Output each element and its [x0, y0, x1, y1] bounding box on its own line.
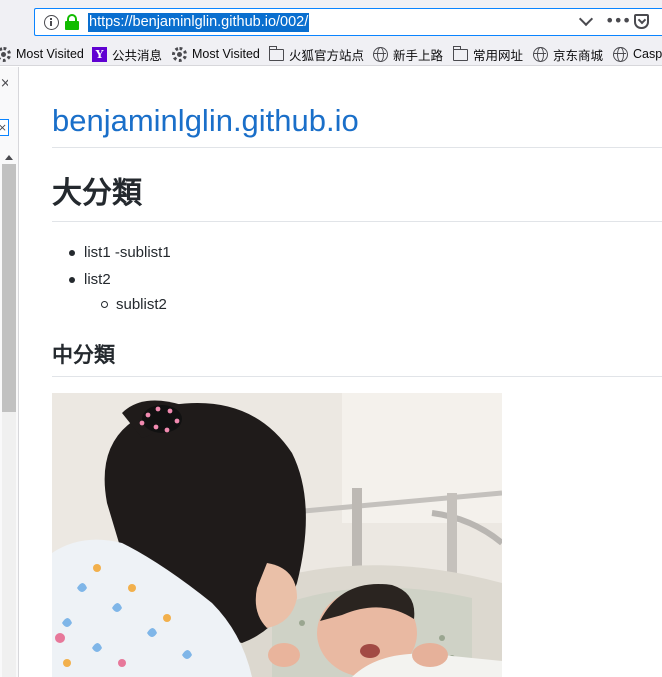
divider — [52, 376, 662, 377]
bullet-icon — [69, 250, 75, 256]
sub-list-item: sublist2 — [116, 296, 167, 313]
bullet-icon — [69, 277, 75, 283]
bookmark-label: Most Visited — [192, 47, 260, 61]
bookmark-yahoo-news[interactable]: Y 公共消息 — [92, 44, 162, 64]
lock-icon[interactable] — [65, 14, 79, 30]
bookmark-label: Casp — [633, 47, 662, 61]
globe-icon — [533, 46, 548, 62]
bookmark-label: 常用网址 — [473, 48, 524, 63]
gear-icon — [0, 46, 11, 62]
folder-icon — [269, 46, 284, 61]
bookmark-casp[interactable]: Casp — [613, 44, 662, 64]
url-toolbar: https://benjaminlglin.github.io/002/ ••• — [0, 0, 662, 42]
bookmark-jd-mall[interactable]: 京东商城 — [533, 44, 603, 64]
divider — [52, 221, 662, 222]
bookmark-label: 火狐官方站点 — [289, 48, 365, 63]
baby-photo — [52, 393, 502, 677]
list-item: list1 -sublist1 — [84, 244, 171, 261]
scrollbar-thumb[interactable] — [2, 164, 16, 412]
info-icon[interactable] — [44, 15, 59, 30]
page-heading-2: 中分類 — [52, 343, 115, 367]
site-title-link[interactable]: benjaminlglin.github.io — [52, 102, 359, 140]
bookmark-most-visited-2[interactable]: Most Visited — [172, 44, 260, 64]
close-icon[interactable]: × — [0, 77, 8, 91]
more-icon[interactable]: ••• — [605, 12, 631, 32]
bookmark-label: Most Visited — [16, 47, 84, 61]
url-input[interactable]: https://benjaminlglin.github.io/002/ — [88, 13, 310, 32]
bookmark-firefox-official[interactable]: 火狐官方站点 — [269, 44, 364, 64]
hollow-bullet-icon — [101, 301, 108, 308]
yahoo-icon: Y — [92, 46, 107, 62]
pocket-icon[interactable] — [634, 14, 649, 29]
sidebar-close-box[interactable]: × — [0, 119, 9, 136]
bookmark-common-sites[interactable]: 常用网址 — [453, 44, 523, 64]
scroll-up-arrow-icon[interactable] — [2, 151, 16, 163]
bookmark-label: 新手上路 — [393, 48, 444, 63]
bookmark-most-visited[interactable]: Most Visited — [0, 44, 84, 64]
bookmark-getting-started[interactable]: 新手上路 — [373, 44, 443, 64]
bookmarks-toolbar: Most Visited Y 公共消息 Most Visited 火狐官方站点 … — [0, 42, 662, 66]
chevron-down-icon[interactable] — [579, 14, 593, 28]
globe-icon — [373, 46, 388, 62]
bookmark-label: 公共消息 — [112, 48, 163, 63]
bookmark-label: 京东商城 — [553, 48, 604, 63]
sidebar-panel: × × — [0, 67, 19, 677]
page-heading-1: 大分類 — [52, 176, 142, 211]
address-bar[interactable]: https://benjaminlglin.github.io/002/ ••• — [34, 8, 662, 36]
folder-icon — [453, 46, 468, 61]
globe-icon — [613, 46, 628, 62]
list-item: list2 — [84, 271, 111, 288]
divider — [52, 147, 662, 148]
gear-icon — [172, 46, 187, 62]
